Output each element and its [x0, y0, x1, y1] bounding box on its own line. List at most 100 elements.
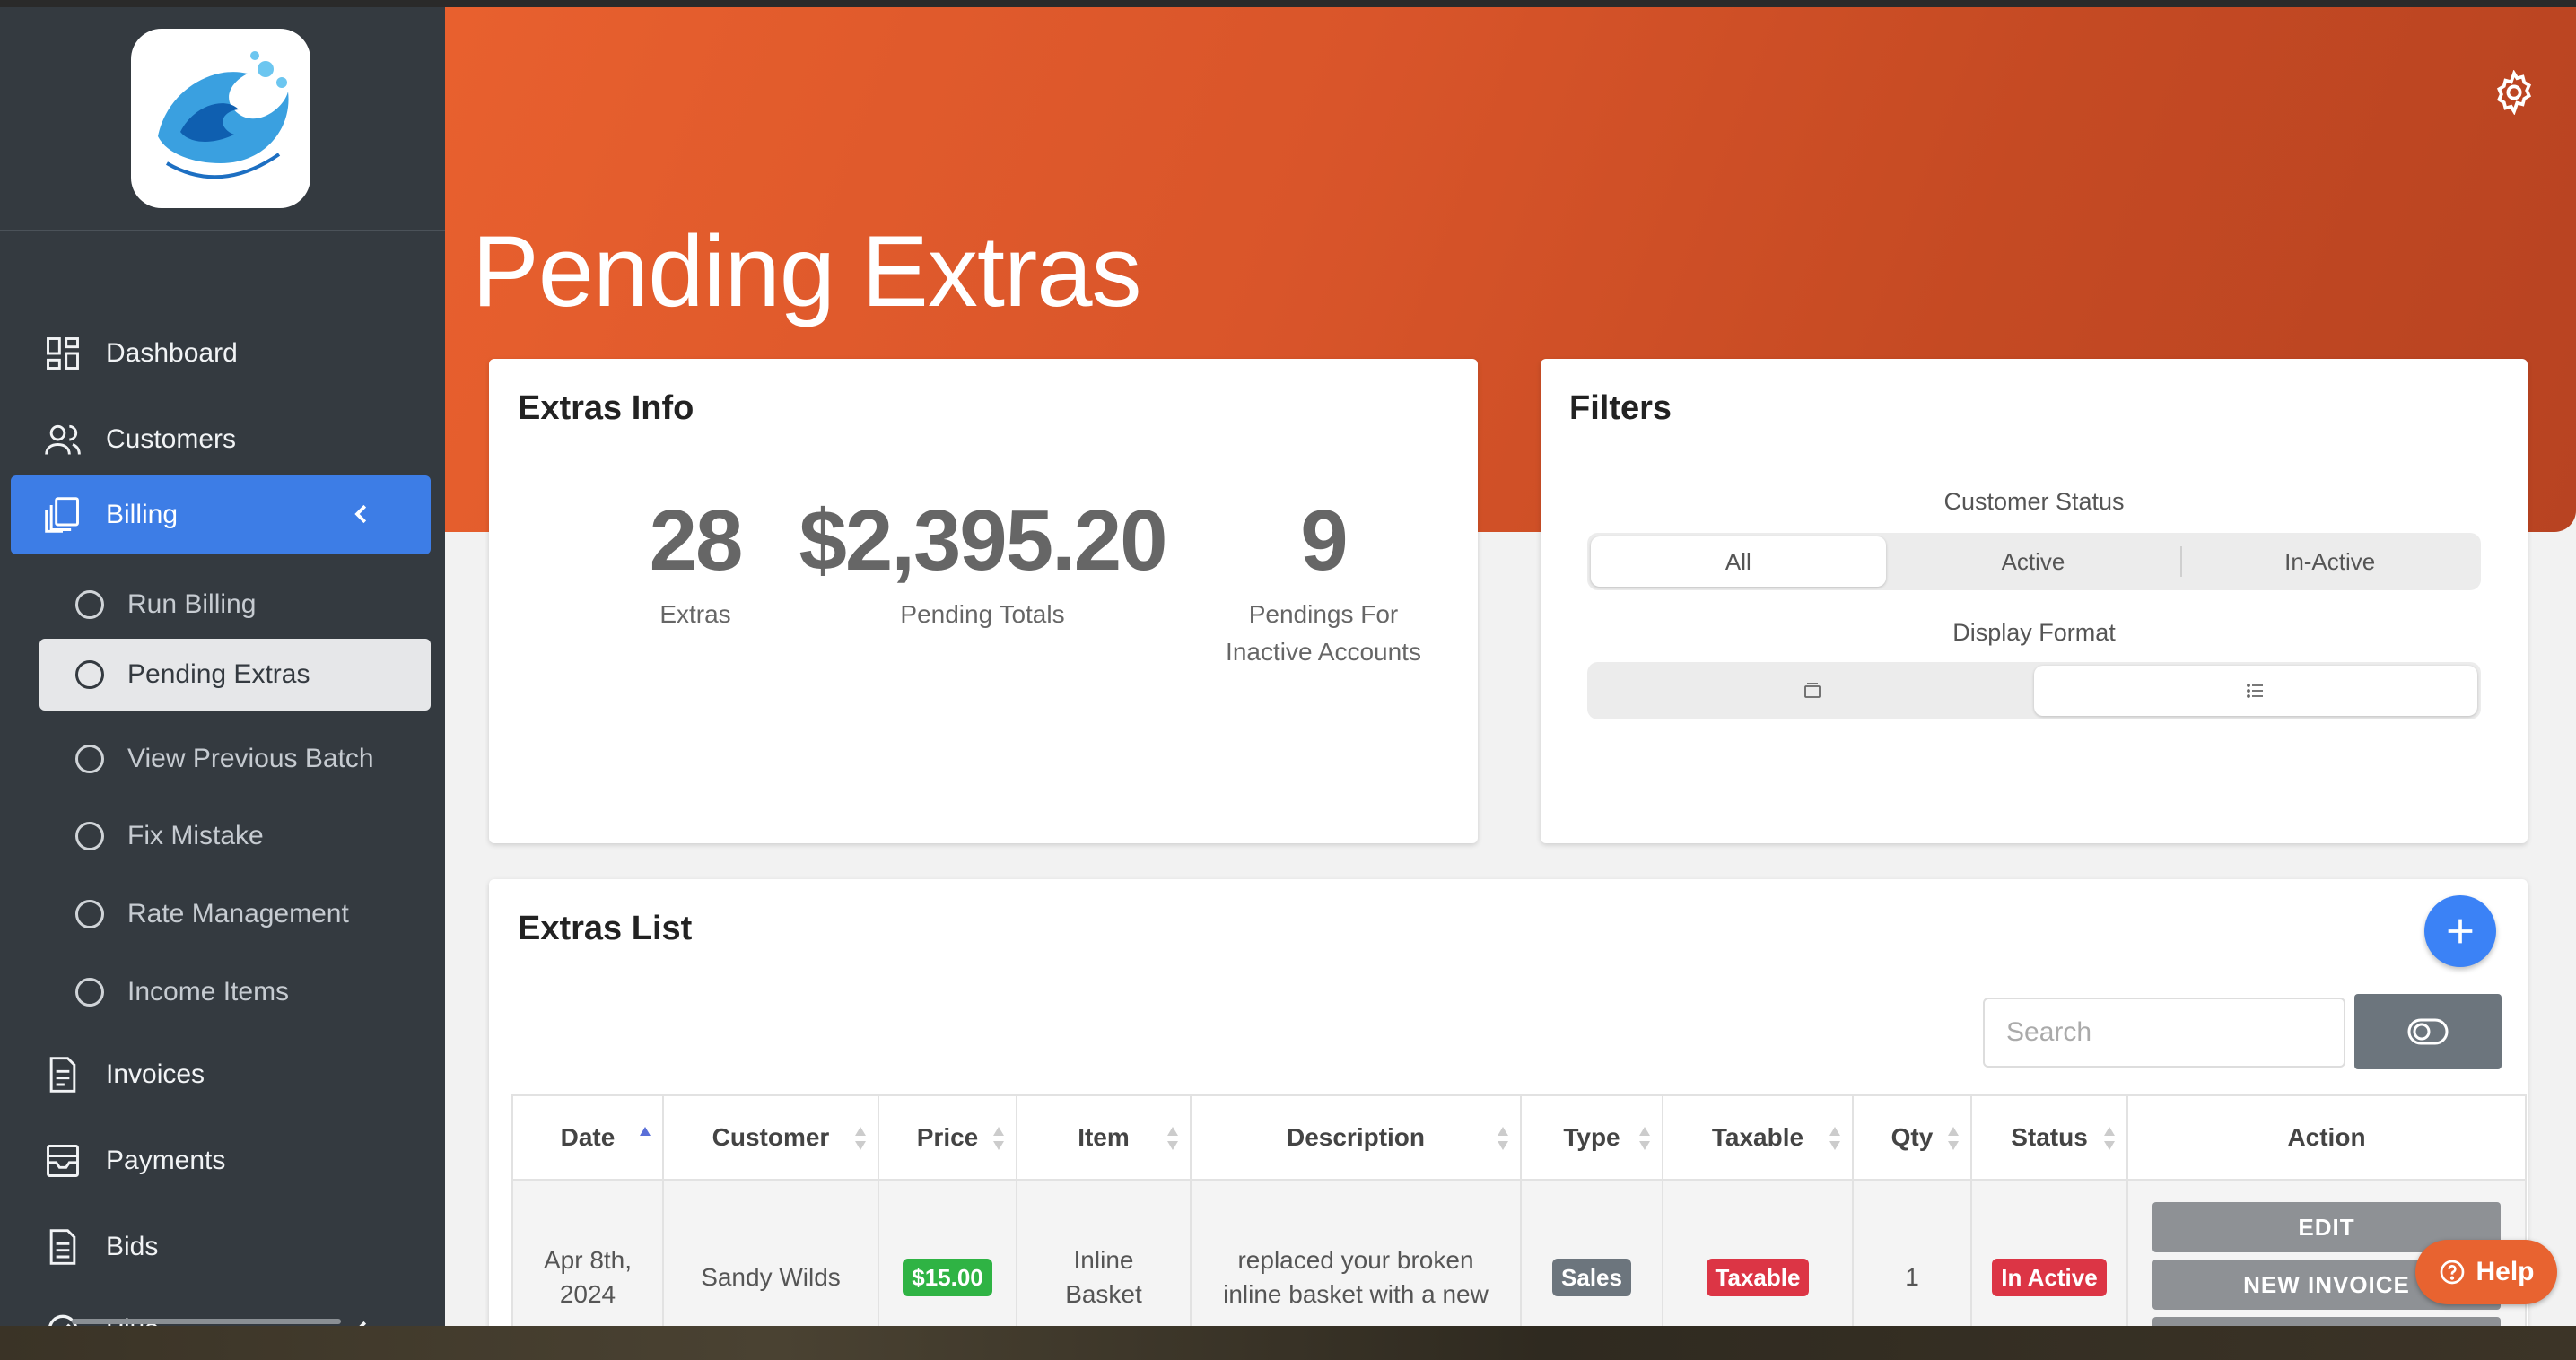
more-action-button[interactable]: [2152, 1317, 2501, 1326]
customer-status-segmented: All Active In-Active: [1587, 533, 2481, 590]
status-option-inactive[interactable]: In-Active: [2182, 536, 2477, 587]
gear-icon[interactable]: [2492, 70, 2537, 115]
wave-logo-icon: [158, 51, 289, 179]
payments-icon: [43, 1141, 83, 1181]
column-label: Date: [560, 1123, 616, 1151]
column-label: Type: [1563, 1123, 1620, 1151]
col-customer[interactable]: Customer: [662, 1094, 879, 1181]
sidebar-item-payments[interactable]: Payments: [11, 1121, 431, 1200]
column-label: Description: [1286, 1123, 1426, 1151]
extras-info-card: Extras Info 28 Extras $2,395.20 Pending …: [489, 359, 1478, 843]
sidebar-subitem-pending-extras[interactable]: Pending Extras: [39, 639, 431, 711]
stat-label-line: Inactive Accounts: [1226, 638, 1421, 666]
sidebar-subitem-label: View Previous Batch: [127, 744, 374, 773]
stat-pending-totals: $2,395.20 Pending Totals: [767, 492, 1198, 633]
window-top-bar: [0, 0, 2576, 7]
chevron-left-icon[interactable]: [348, 501, 375, 527]
column-label: Customer: [712, 1123, 830, 1151]
taxable-badge: Taxable: [1706, 1259, 1810, 1296]
sidebar-subitem-label: Pending Extras: [127, 659, 310, 689]
plus-icon: [2448, 919, 2473, 944]
brand-logo[interactable]: [131, 29, 310, 208]
col-description[interactable]: Description: [1190, 1094, 1522, 1181]
cell-status: In Active: [1970, 1179, 2128, 1326]
extras-info-title: Extras Info: [518, 389, 694, 427]
price-badge: $15.00: [903, 1259, 992, 1296]
cell-date: Apr 8th, 2024: [511, 1179, 664, 1326]
status-option-all[interactable]: All: [1591, 536, 1886, 587]
sidebar-item-invoices[interactable]: Invoices: [11, 1035, 431, 1114]
sidebar-subitem-fix-mistake[interactable]: Fix Mistake: [39, 800, 431, 872]
sort-icon: [1948, 1127, 1959, 1150]
sort-icon: [993, 1127, 1004, 1150]
col-price[interactable]: Price: [878, 1094, 1017, 1181]
sidebar-subitem-view-previous-batch[interactable]: View Previous Batch: [39, 723, 431, 795]
sort-icon: [1829, 1127, 1840, 1150]
sidebar-subitem-rate-management[interactable]: Rate Management: [39, 878, 431, 950]
filters-card: Filters Customer Status All Active In-Ac…: [1541, 359, 2528, 843]
sidebar-subitem-label: Income Items: [127, 977, 290, 1007]
chevron-left-icon[interactable]: [348, 1317, 375, 1326]
cell-item: Inline Basket: [1016, 1179, 1192, 1326]
help-icon: [2441, 1260, 2465, 1285]
toggle-icon: [2407, 1018, 2449, 1045]
stat-label: Pendings For Inactive Accounts: [1207, 596, 1440, 671]
sidebar-item-billing[interactable]: Billing: [11, 475, 431, 554]
extras-table: Date Customer Price Item Description Typ…: [511, 1094, 2527, 1326]
sidebar-subitem-income-items[interactable]: Income Items: [39, 956, 431, 1028]
sidebar-subitem-label: Fix Mistake: [127, 821, 264, 850]
cell-text: 2024: [559, 1280, 616, 1308]
status-badge: In Active: [1992, 1259, 2107, 1296]
stat-value: 9: [1300, 493, 1348, 588]
column-toggle-button[interactable]: [2354, 994, 2502, 1069]
circle-icon: [75, 745, 104, 773]
sidebar-item-label: Invoices: [106, 1059, 205, 1089]
column-label: Taxable: [1711, 1123, 1804, 1151]
cell-text: replaced your broken: [1237, 1246, 1474, 1274]
column-label: Action: [2287, 1123, 2366, 1151]
col-qty[interactable]: Qty: [1852, 1094, 1972, 1181]
sidebar-item-dashboard[interactable]: Dashboard: [11, 314, 431, 393]
col-taxable[interactable]: Taxable: [1662, 1094, 1854, 1181]
cell-taxable: Taxable: [1662, 1179, 1854, 1326]
filters-title: Filters: [1569, 389, 1672, 427]
format-option-list[interactable]: [2034, 666, 2477, 716]
sidebar-item-bids[interactable]: Bids: [11, 1207, 431, 1286]
sidebar: Dashboard Customers Billing Run Billing …: [0, 7, 445, 1326]
sort-asc-icon: [640, 1127, 651, 1136]
col-type[interactable]: Type: [1520, 1094, 1663, 1181]
col-status[interactable]: Status: [1970, 1094, 2128, 1181]
cell-description: replaced your broken inline basket with …: [1190, 1179, 1522, 1326]
format-option-card[interactable]: [1591, 666, 2034, 716]
sidebar-subitem-label: Run Billing: [127, 589, 257, 619]
sidebar-item-label: Bids: [106, 1232, 159, 1261]
extras-list-title: Extras List: [518, 910, 693, 947]
circle-icon: [75, 660, 104, 689]
sidebar-item-label: Dashboard: [106, 338, 238, 368]
sort-icon: [1498, 1127, 1508, 1150]
sort-icon: [2104, 1127, 2115, 1150]
desktop-background: [0, 1326, 2576, 1360]
col-date[interactable]: Date: [511, 1094, 664, 1181]
search-input[interactable]: [1983, 998, 2345, 1068]
add-extra-button[interactable]: [2424, 895, 2496, 967]
bids-icon: [43, 1227, 83, 1267]
display-format-segmented: [1587, 662, 2481, 719]
stat-value: $2,395.20: [799, 493, 1167, 588]
sidebar-item-customers[interactable]: Customers: [11, 400, 431, 479]
cell-customer: Sandy Wilds: [662, 1179, 879, 1326]
circle-icon: [75, 900, 104, 928]
col-item[interactable]: Item: [1016, 1094, 1192, 1181]
circle-icon: [75, 978, 104, 1007]
column-label: Price: [916, 1123, 979, 1151]
sort-icon: [1639, 1127, 1650, 1150]
col-action: Action: [2126, 1094, 2527, 1181]
display-format-label: Display Format: [1952, 619, 2116, 646]
users-icon: [43, 420, 83, 459]
sidebar-scrollbar[interactable]: [72, 1319, 341, 1324]
sidebar-item-label: Billing: [106, 500, 179, 529]
sidebar-subitem-run-billing[interactable]: Run Billing: [39, 569, 431, 641]
column-label: Status: [2011, 1123, 2088, 1151]
help-button[interactable]: Help: [2415, 1240, 2557, 1304]
status-option-active[interactable]: Active: [1886, 536, 2181, 587]
